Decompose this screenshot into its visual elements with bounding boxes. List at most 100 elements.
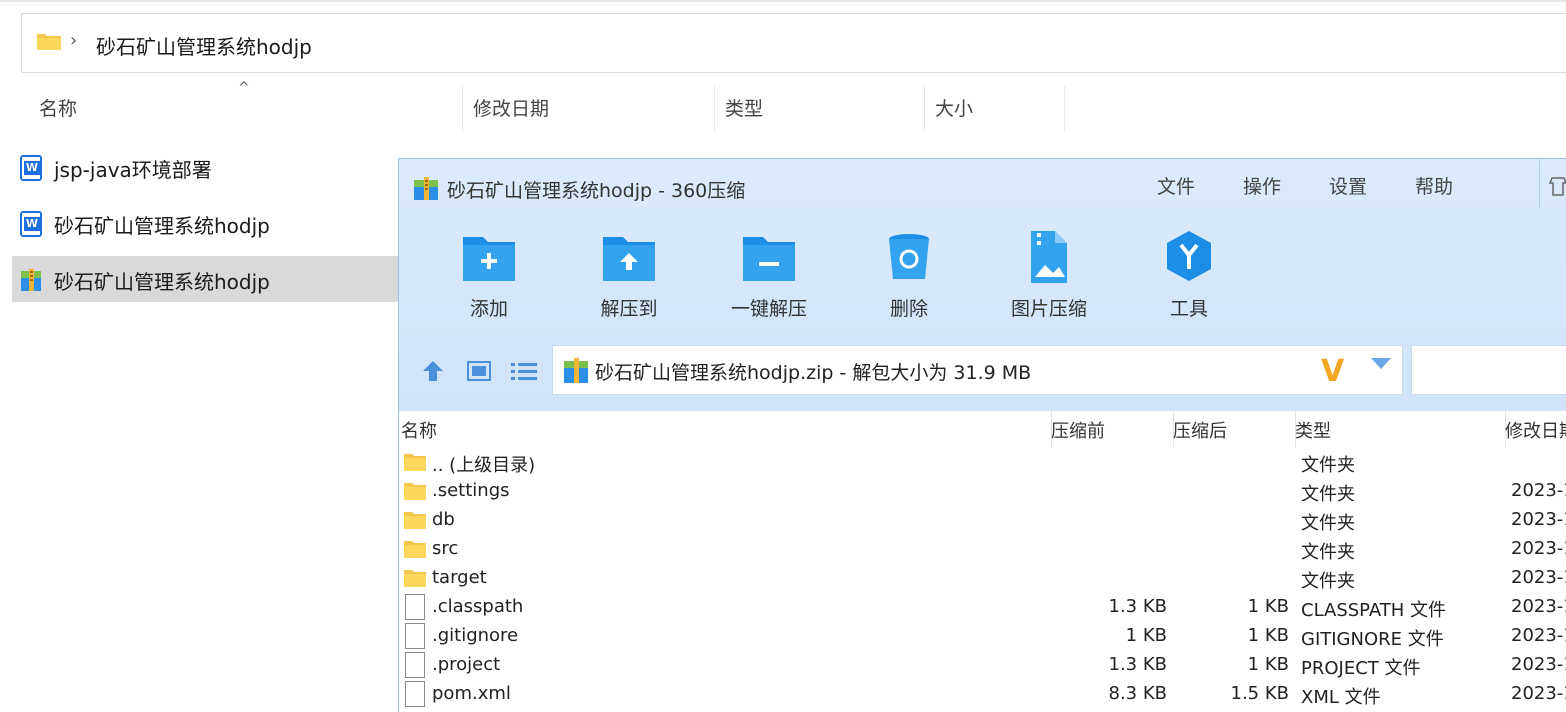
folder-icon [404,454,426,471]
item-size-after: 1.5 KB [1230,683,1290,704]
tools-icon [1167,231,1211,281]
item-size-before: 1.3 KB [1108,654,1168,675]
list-item[interactable]: src 文件夹 2023-1 [399,536,1566,565]
item-name: .. (上级目录) [432,455,536,476]
item-date: 2023-1 [1511,509,1566,530]
skin-icon[interactable] [1549,175,1566,197]
one-click-extract-button[interactable]: 一键解压 [714,229,824,329]
column-divider[interactable] [1064,86,1065,132]
extract-to-button[interactable]: 解压到 [574,229,684,329]
dropdown-arrow-icon[interactable] [1371,358,1391,369]
file-name: 砂石矿山管理系统hodjp [54,270,270,294]
item-name: db [432,509,455,530]
item-type: PROJECT 文件 [1301,658,1421,679]
add-folder-icon [463,237,515,281]
menu-divider [1539,159,1540,209]
archive-path-text: 砂石矿山管理系统hodjp.zip - 解包大小为 31.9 MB [595,362,1032,384]
item-date: 2023-1 [1511,567,1566,588]
wps-doc-icon: W [20,211,42,237]
delete-label: 删除 [889,298,928,320]
top-border [0,0,1566,2]
image-compress-button[interactable]: 图片压缩 [994,229,1104,329]
zip-archive-icon [414,177,438,200]
item-type: CLASSPATH 文件 [1301,600,1447,621]
item-type: 文件夹 [1301,542,1355,563]
breadcrumb-chevron-icon: › [70,30,78,51]
list-item[interactable]: pom.xml 8.3 KB 1.5 KB XML 文件 2023-1 [399,681,1566,710]
list-header-after[interactable]: 压缩后 [1173,417,1227,443]
vip-badge-icon[interactable]: V [1321,354,1344,389]
column-header-name[interactable]: 名称 [39,96,77,132]
list-item[interactable]: .settings 文件夹 2023-1 [399,478,1566,507]
list-header-modified[interactable]: 修改日期 [1505,417,1566,443]
one-click-extract-label: 一键解压 [730,298,807,320]
item-name: src [432,538,459,559]
list-item[interactable]: db 文件夹 2023-1 [399,507,1566,536]
trash-icon [889,234,929,279]
archiver-window[interactable]: 砂石矿山管理系统hodjp - 360压缩 文件 操作 设置 帮助 添加 解压到… [398,158,1566,712]
item-size-after: 1 KB [1247,596,1289,617]
list-item[interactable]: target 文件夹 2023-1 [399,565,1566,594]
column-divider[interactable] [924,86,925,132]
column-header-size[interactable]: 大小 [935,96,973,132]
folder-icon [404,570,426,587]
list-header-name[interactable]: 名称 [401,417,437,443]
file-icon [405,594,425,620]
item-name: .classpath [432,596,524,617]
list-view-icon[interactable] [511,361,537,381]
column-divider[interactable] [714,86,715,132]
one-click-extract-icon [743,237,795,281]
tools-label: 工具 [1169,298,1208,320]
file-row[interactable]: W 砂石矿山管理系统hodjp [12,200,398,246]
list-header-before[interactable]: 压缩前 [1051,417,1105,443]
image-compress-label: 图片压缩 [1010,298,1087,320]
menu-help[interactable]: 帮助 [1415,172,1453,199]
item-type: GITIGNORE 文件 [1301,629,1444,650]
item-type: 文件夹 [1301,571,1355,592]
item-date: 2023-1 [1511,654,1566,675]
thumbnail-view-icon[interactable] [467,361,491,381]
menu-settings[interactable]: 设置 [1329,172,1367,199]
item-size-before: 8.3 KB [1108,683,1168,704]
item-date: 2023-1 [1511,480,1566,501]
column-header-type[interactable]: 类型 [725,96,763,132]
file-row[interactable]: W jsp-java环境部署 [12,144,398,190]
item-date: 2023-1 [1511,625,1566,646]
add-label: 添加 [469,298,508,320]
folder-icon [404,512,426,529]
list-item[interactable]: .. (上级目录) 文件夹 [399,449,1566,478]
zip-archive-icon [21,269,41,291]
item-name: .settings [432,480,510,501]
menu-operate[interactable]: 操作 [1243,172,1281,199]
item-name: pom.xml [432,683,511,704]
item-size-before: 1.3 KB [1108,596,1168,617]
file-name: 砂石矿山管理系统hodjp [54,214,270,238]
item-type: XML 文件 [1301,687,1381,708]
column-header-modified[interactable]: 修改日期 [473,96,549,132]
breadcrumb-current-folder[interactable]: 砂石矿山管理系统hodjp [96,31,312,60]
item-type: 文件夹 [1301,513,1355,534]
file-icon [405,652,425,678]
window-title: 砂石矿山管理系统hodjp - 360压缩 [447,180,746,202]
item-type: 文件夹 [1301,455,1355,476]
item-size-before: 1 KB [1125,625,1167,646]
archive-path-box[interactable]: 砂石矿山管理系统hodjp.zip - 解包大小为 31.9 MB V [552,345,1403,395]
delete-button[interactable]: 删除 [854,229,964,329]
add-button[interactable]: 添加 [434,229,544,329]
up-arrow-icon[interactable] [421,359,445,383]
wps-doc-icon: W [20,155,42,181]
search-input[interactable] [1411,345,1566,395]
list-item[interactable]: .classpath 1.3 KB 1 KB CLASSPATH 文件 2023… [399,594,1566,623]
item-size-after: 1 KB [1247,654,1289,675]
tools-button[interactable]: 工具 [1134,229,1244,329]
list-item[interactable]: .project 1.3 KB 1 KB PROJECT 文件 2023-1 [399,652,1566,681]
column-divider[interactable] [462,86,463,132]
menu-file[interactable]: 文件 [1157,172,1195,199]
list-item[interactable]: .gitignore 1 KB 1 KB GITIGNORE 文件 2023-1 [399,623,1566,652]
file-row-selected[interactable]: 砂石矿山管理系统hodjp [12,256,398,302]
folder-icon [404,483,426,500]
item-size-after: 1 KB [1247,625,1289,646]
list-header-type[interactable]: 类型 [1295,417,1331,443]
folder-icon [37,34,61,50]
image-compress-icon [1031,231,1067,283]
